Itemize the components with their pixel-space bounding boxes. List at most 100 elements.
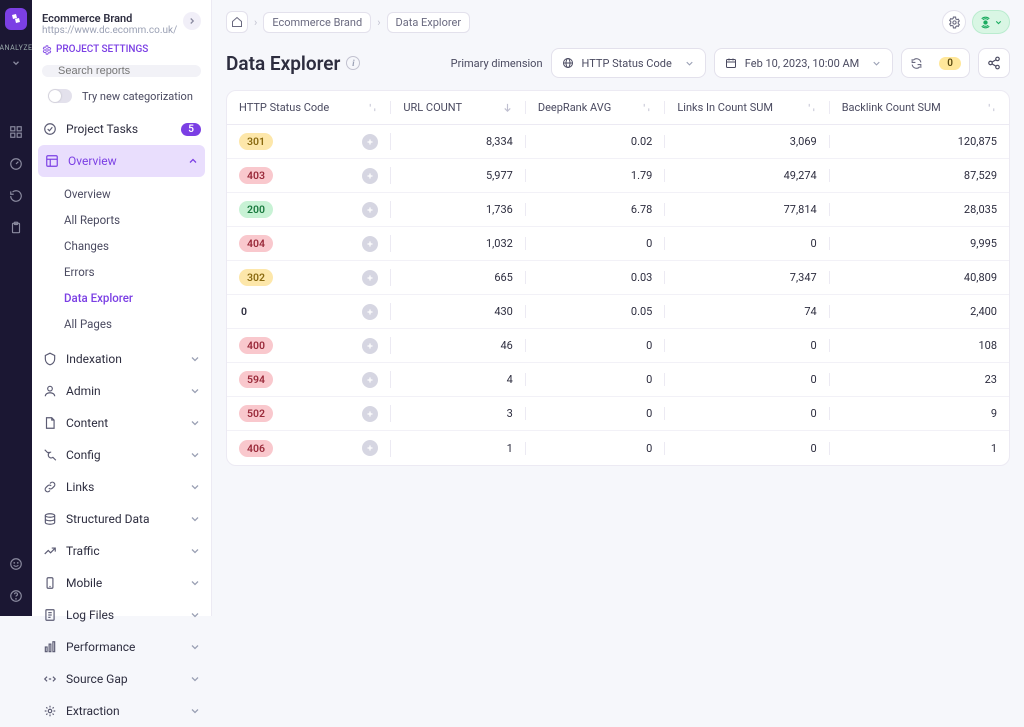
expand-row-button[interactable] (362, 440, 378, 456)
expand-row-button[interactable] (362, 134, 378, 150)
nav-icon (42, 351, 58, 367)
table-row[interactable]: 59440023 (227, 363, 1009, 397)
chevron-down-icon (189, 385, 201, 397)
project-name: Ecommerce Brand (42, 12, 177, 25)
table-row[interactable]: 2001,7366.7877,81428,035 (227, 193, 1009, 227)
cell-links-in: 0 (665, 237, 829, 250)
check-circle-icon (42, 121, 58, 137)
column-header-deeprank[interactable]: DeepRank AVG (526, 101, 665, 114)
chevron-down-icon[interactable] (11, 58, 21, 68)
column-header-links-in[interactable]: Links In Count SUM (665, 101, 829, 114)
main-content: › Ecommerce Brand › Data Explorer Data E… (212, 0, 1024, 616)
sidebar-item[interactable]: Structured Data (32, 503, 211, 535)
sidebar-item-tasks[interactable]: Project Tasks 5 (32, 113, 211, 145)
chevron-down-icon (189, 705, 201, 717)
sidebar-item-overview[interactable]: Overview (38, 145, 205, 177)
gauge-icon[interactable] (6, 154, 26, 174)
help-icon[interactable] (6, 586, 26, 606)
chevron-down-icon (189, 417, 201, 429)
column-header-url-count[interactable]: URL COUNT (391, 101, 526, 114)
history-icon[interactable] (6, 186, 26, 206)
sidebar-item[interactable]: Indexation (32, 343, 211, 375)
tasks-count-badge: 5 (181, 123, 201, 136)
breadcrumb-item-project[interactable]: Ecommerce Brand (263, 12, 371, 33)
sidebar-subitem[interactable]: Overview (42, 181, 211, 207)
chevron-down-icon (189, 449, 201, 461)
sidebar-subitem[interactable]: All Pages (42, 311, 211, 337)
column-header-backlinks[interactable]: Backlink Count SUM (830, 101, 1009, 114)
sort-desc-icon (502, 102, 513, 113)
data-table: HTTP Status Code URL COUNT DeepRank AVG … (226, 90, 1010, 466)
sidebar-item[interactable]: Performance (32, 631, 211, 663)
cell-deeprank: 0.05 (526, 305, 665, 318)
cell-deeprank: 0 (526, 373, 665, 386)
dashboard-icon[interactable] (6, 122, 26, 142)
project-switcher[interactable]: Ecommerce Brand https://www.dc.ecomm.co.… (32, 10, 211, 36)
cell-url-count: 8,334 (391, 135, 526, 148)
sidebar-subitem[interactable]: Data Explorer (42, 285, 211, 311)
share-button[interactable] (978, 48, 1010, 78)
sidebar-subitem[interactable]: Changes (42, 233, 211, 259)
status-button[interactable] (972, 10, 1010, 34)
expand-row-button[interactable] (362, 372, 378, 388)
settings-button[interactable] (942, 10, 966, 34)
sidebar-item[interactable]: Log Files (32, 599, 211, 631)
cell-backlinks: 2,400 (830, 305, 1009, 318)
table-row[interactable]: 5023009 (227, 397, 1009, 431)
calendar-icon (725, 57, 737, 69)
smiley-icon[interactable] (6, 554, 26, 574)
expand-row-button[interactable] (362, 304, 378, 320)
expand-row-button[interactable] (362, 202, 378, 218)
cell-url-count: 4 (391, 373, 526, 386)
sidebar-item[interactable]: Config (32, 439, 211, 471)
primary-dimension-select[interactable]: HTTP Status Code (551, 48, 706, 78)
table-header: HTTP Status Code URL COUNT DeepRank AVG … (227, 91, 1009, 125)
clipboard-icon[interactable] (6, 218, 26, 238)
sidebar-item[interactable]: Links (32, 471, 211, 503)
table-row[interactable]: 4041,032009,995 (227, 227, 1009, 261)
status-badge: 403 (239, 167, 273, 184)
globe-icon (562, 57, 574, 69)
table-row[interactable]: 3026650.037,34740,809 (227, 261, 1009, 295)
search-input[interactable] (42, 65, 201, 77)
expand-row-button[interactable] (362, 236, 378, 252)
info-icon[interactable]: i (346, 56, 360, 70)
cell-links-in: 0 (665, 407, 829, 420)
table-row[interactable]: 04300.05742,400 (227, 295, 1009, 329)
table-row[interactable]: 4061001 (227, 431, 1009, 465)
brand-logo[interactable] (5, 8, 27, 30)
cell-deeprank: 0 (526, 407, 665, 420)
cell-url-count: 1,032 (391, 237, 526, 250)
project-settings-link[interactable]: PROJECT SETTINGS (32, 36, 211, 65)
cell-backlinks: 120,875 (830, 135, 1009, 148)
categorization-toggle[interactable] (48, 89, 72, 103)
sidebar-item[interactable]: Source Gap (32, 663, 211, 695)
table-row[interactable]: 4035,9771.7949,27487,529 (227, 159, 1009, 193)
breadcrumb-home[interactable] (226, 11, 248, 33)
date-select[interactable]: Feb 10, 2023, 10:00 AM (714, 48, 894, 78)
expand-row-button[interactable] (362, 338, 378, 354)
table-row[interactable]: 4004600108 (227, 329, 1009, 363)
chevron-down-icon (189, 673, 201, 685)
refresh-button[interactable]: 0 (901, 48, 970, 78)
sidebar-subitem[interactable]: Errors (42, 259, 211, 285)
chevron-up-icon (187, 155, 199, 167)
table-row[interactable]: 3018,3340.023,069120,875 (227, 125, 1009, 159)
cell-url-count: 1 (391, 442, 526, 455)
share-icon (987, 56, 1001, 70)
sidebar-item[interactable]: Admin (32, 375, 211, 407)
sidebar-subitem[interactable]: All Reports (42, 207, 211, 233)
cell-url-count: 665 (391, 271, 526, 284)
sidebar-item[interactable]: Traffic (32, 535, 211, 567)
sidebar-item[interactable]: Mobile (32, 567, 211, 599)
expand-row-button[interactable] (362, 270, 378, 286)
sidebar-item[interactable]: Extraction (32, 695, 211, 727)
column-header-status[interactable]: HTTP Status Code (227, 101, 391, 114)
try-categorization-row: Try new categorization (32, 89, 211, 113)
breadcrumb-item-page[interactable]: Data Explorer (387, 12, 471, 33)
expand-row-button[interactable] (362, 406, 378, 422)
expand-row-button[interactable] (362, 168, 378, 184)
cell-links-in: 0 (665, 339, 829, 352)
sidebar-item[interactable]: Content (32, 407, 211, 439)
app-iconrail: ANALYZE (0, 0, 32, 616)
